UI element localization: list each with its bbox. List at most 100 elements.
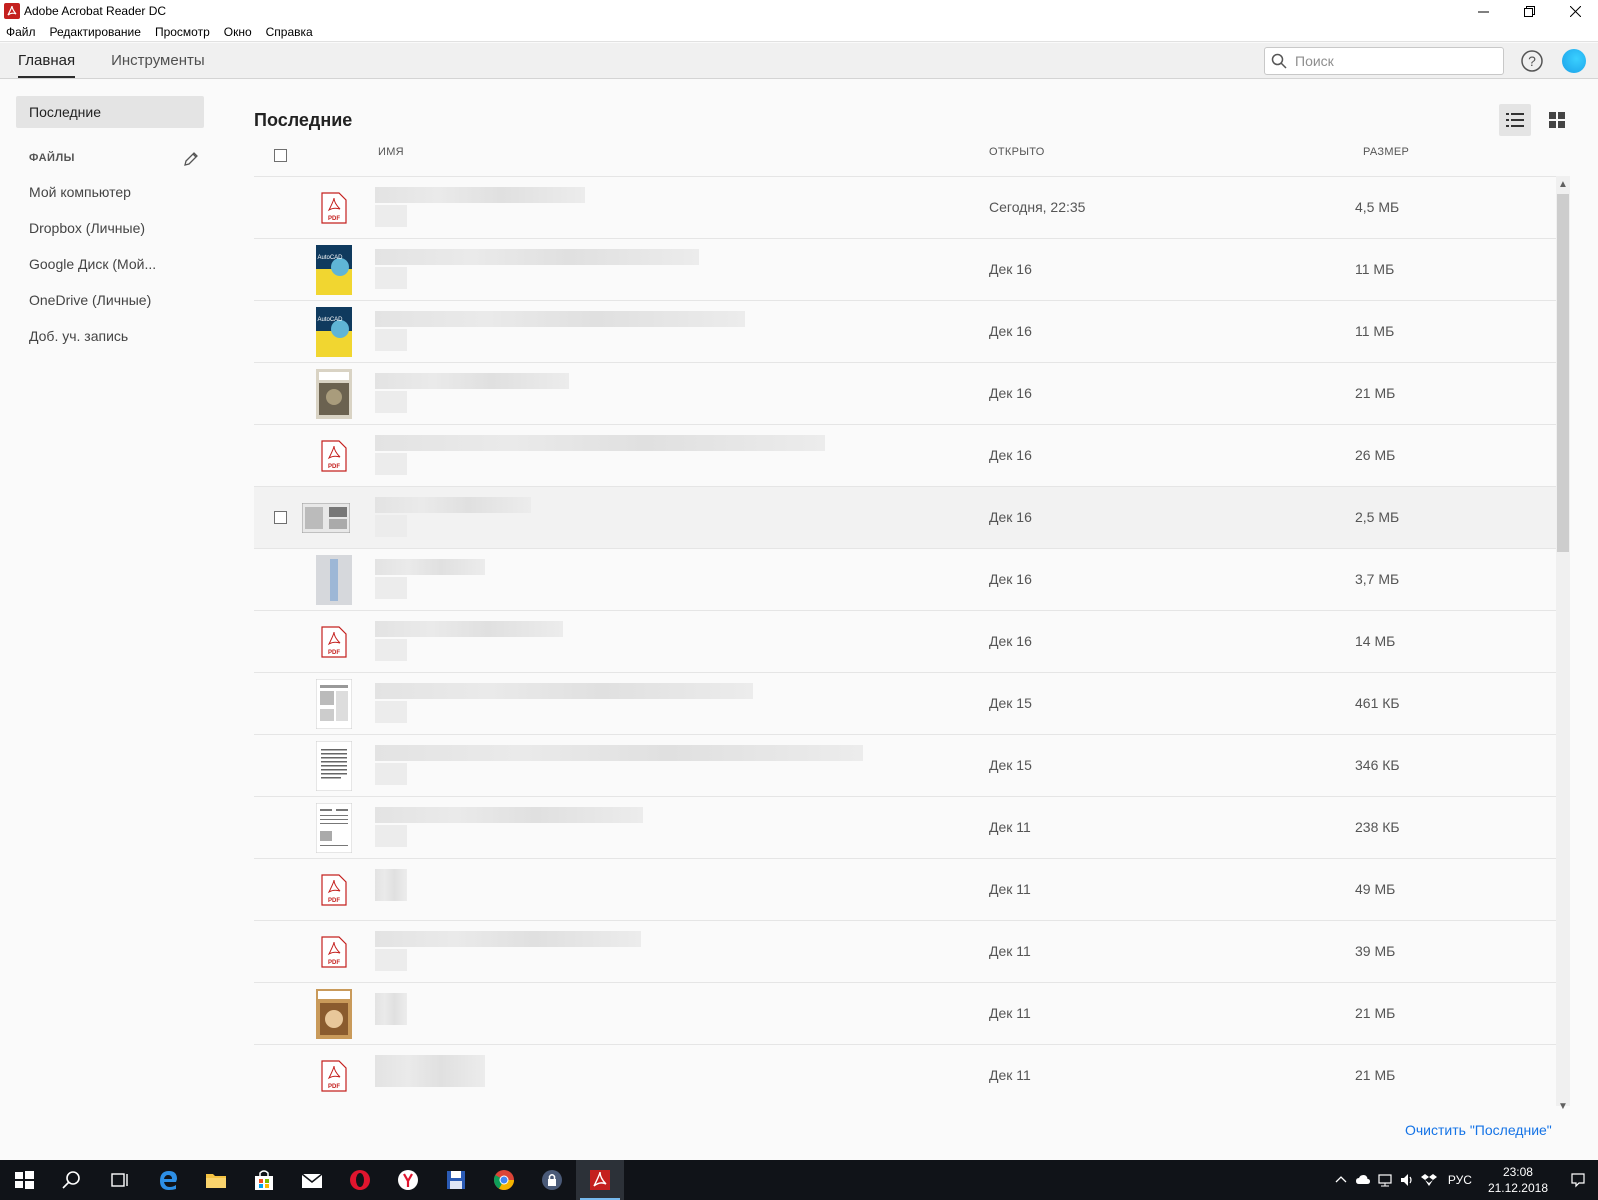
network-icon[interactable] <box>1374 1172 1396 1188</box>
table-row[interactable]: PDF Дек 11 49 МБ <box>254 859 1556 921</box>
list-view-button[interactable] <box>1499 104 1531 136</box>
menu-help[interactable]: Справка <box>266 25 313 39</box>
menu-window[interactable]: Окно <box>224 25 252 39</box>
folder-icon <box>206 1174 226 1188</box>
opera-button[interactable] <box>336 1160 384 1200</box>
file-name-redacted <box>375 683 753 699</box>
clock-time: 23:08 <box>1502 1165 1533 1179</box>
start-button[interactable] <box>0 1160 48 1200</box>
pdf-icon: PDF <box>316 617 352 667</box>
menu-file[interactable]: Файл <box>6 25 36 39</box>
sidebar-item-add-account[interactable]: Доб. уч. запись <box>29 328 128 344</box>
svg-text:PDF: PDF <box>328 650 340 656</box>
column-header-opened[interactable]: ОТКРЫТО <box>989 146 1045 158</box>
file-size: 39 МБ <box>1355 943 1396 959</box>
tab-tools[interactable]: Инструменты <box>93 43 223 78</box>
table-row[interactable]: PDF Дек 16 14 МБ <box>254 611 1556 673</box>
table-row[interactable]: Дек 16 21 МБ <box>254 363 1556 425</box>
table-row[interactable]: PDF Дек 16 26 МБ <box>254 425 1556 487</box>
pencil-icon[interactable] <box>182 150 200 168</box>
chrome-button[interactable] <box>480 1160 528 1200</box>
scrollbar-thumb[interactable] <box>1557 194 1569 552</box>
search-icon <box>62 1171 80 1189</box>
cloud-icon[interactable] <box>1352 1172 1374 1188</box>
acrobat-taskbar-button[interactable] <box>576 1160 624 1200</box>
notification-icon[interactable] <box>1558 1172 1598 1188</box>
table-row[interactable]: AutoCAD Дек 16 11 МБ <box>254 301 1556 363</box>
sidebar-item-recent[interactable]: Последние <box>16 96 204 128</box>
table-row[interactable]: Дек 16 2,5 МБ <box>254 487 1556 549</box>
column-header-name[interactable]: ИМЯ <box>378 146 404 158</box>
clock[interactable]: 23:08 21.12.2018 <box>1488 1164 1548 1196</box>
select-all-checkbox[interactable] <box>274 149 287 162</box>
tab-bar: Главная Инструменты ? <box>0 43 1598 79</box>
file-size: 461 КБ <box>1355 695 1400 711</box>
file-path-redacted <box>375 949 407 971</box>
table-row[interactable]: Дек 15 461 КБ <box>254 673 1556 735</box>
dropbox-icon[interactable] <box>1418 1172 1440 1188</box>
file-path-redacted <box>375 329 407 351</box>
table-row[interactable]: Дек 11 21 МБ <box>254 983 1556 1045</box>
file-size: 11 МБ <box>1355 323 1395 339</box>
opened-date: Дек 16 <box>989 447 1032 463</box>
avatar[interactable] <box>1562 49 1586 73</box>
search-taskbar-button[interactable] <box>48 1160 96 1200</box>
file-path-redacted <box>375 701 407 723</box>
yandex-button[interactable] <box>384 1160 432 1200</box>
task-view-button[interactable] <box>96 1160 144 1200</box>
opened-date: Дек 16 <box>989 509 1032 525</box>
table-row[interactable]: PDF Дек 11 39 МБ <box>254 921 1556 983</box>
document-page-icon <box>316 679 352 729</box>
blue-document-icon <box>316 555 352 605</box>
opened-date: Сегодня, 22:35 <box>989 199 1086 215</box>
search-box[interactable] <box>1264 47 1504 75</box>
chevron-up-icon[interactable] <box>1330 1172 1352 1188</box>
table-row[interactable]: AutoCAD Дек 16 11 МБ <box>254 239 1556 301</box>
restore-button[interactable] <box>1506 0 1552 22</box>
file-size: 21 МБ <box>1355 1067 1396 1083</box>
column-header-size[interactable]: РАЗМЕР <box>1363 146 1409 158</box>
grid-view-button[interactable] <box>1541 104 1573 136</box>
tab-home[interactable]: Главная <box>0 43 93 78</box>
magazine-cover-icon <box>316 989 352 1039</box>
store-button[interactable] <box>240 1160 288 1200</box>
file-path-redacted <box>375 205 407 227</box>
table-row[interactable]: PDF Сегодня, 22:35 4,5 МБ <box>254 177 1556 239</box>
menu-view[interactable]: Просмотр <box>155 25 210 39</box>
file-explorer-button[interactable] <box>192 1160 240 1200</box>
opened-date: Дек 11 <box>989 881 1031 897</box>
edge-button[interactable] <box>144 1160 192 1200</box>
menu-edit[interactable]: Редактирование <box>50 25 141 39</box>
volume-icon[interactable] <box>1396 1172 1418 1188</box>
magazine-cover-icon <box>316 369 352 419</box>
file-size: 26 МБ <box>1355 447 1396 463</box>
table-row[interactable]: Дек 15 346 КБ <box>254 735 1556 797</box>
floppy-app-button[interactable] <box>432 1160 480 1200</box>
yandex-icon <box>398 1170 418 1190</box>
row-checkbox[interactable] <box>274 511 287 524</box>
scroll-up-icon[interactable]: ▲ <box>1558 180 1568 190</box>
minimize-button[interactable] <box>1460 0 1506 22</box>
sidebar-item-google-drive[interactable]: Google Диск (Мой... <box>29 256 156 272</box>
mail-icon <box>301 1173 323 1188</box>
file-size: 21 МБ <box>1355 1005 1396 1021</box>
mail-button[interactable] <box>288 1160 336 1200</box>
sidebar-item-dropbox[interactable]: Dropbox (Личные) <box>29 220 145 236</box>
sidebar-item-my-computer[interactable]: Мой компьютер <box>29 184 131 200</box>
sidebar-item-onedrive[interactable]: OneDrive (Личные) <box>29 292 151 308</box>
table-row[interactable]: PDF Дек 11 21 МБ <box>254 1045 1556 1106</box>
search-input[interactable] <box>1295 53 1485 69</box>
task-view-icon <box>111 1173 128 1187</box>
clear-recent-link[interactable]: Очистить "Последние" <box>1405 1122 1552 1138</box>
language-indicator[interactable]: РУС <box>1448 1173 1472 1187</box>
vpn-button[interactable] <box>528 1160 576 1200</box>
scroll-down-icon[interactable]: ▼ <box>1558 1102 1568 1112</box>
search-icon <box>1271 53 1287 69</box>
help-icon[interactable]: ? <box>1520 49 1544 73</box>
table-row[interactable]: Дек 16 3,7 МБ <box>254 549 1556 611</box>
close-button[interactable] <box>1552 0 1598 22</box>
pdf-icon: PDF <box>316 431 352 481</box>
opened-date: Дек 11 <box>989 819 1031 835</box>
table-row[interactable]: Дек 11 238 КБ <box>254 797 1556 859</box>
file-path-redacted <box>375 825 407 847</box>
